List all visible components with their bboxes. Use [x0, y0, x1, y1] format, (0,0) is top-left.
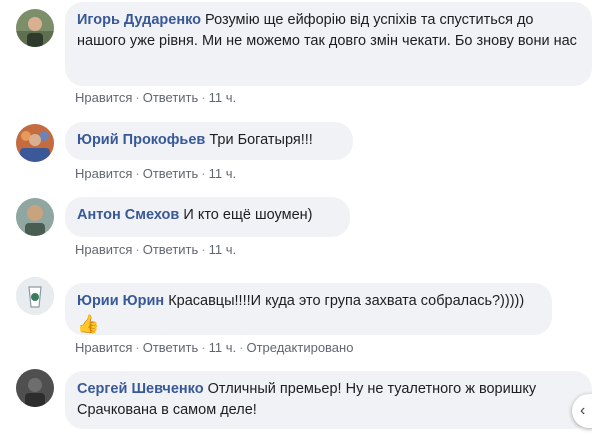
like-link[interactable]: Нравится — [75, 340, 132, 355]
reply-link[interactable]: Ответить — [143, 340, 199, 355]
user-photo-icon — [16, 198, 54, 236]
comment-actions: Нравится · Ответить · 11 ч. — [75, 90, 236, 106]
comment-bubble: Антон Смехов И кто ещё шоумен) — [65, 197, 350, 237]
comment-actions: Нравится · Ответить · 11 ч. — [75, 166, 236, 182]
avatar[interactable] — [16, 369, 54, 407]
avatar[interactable] — [16, 124, 54, 162]
like-link[interactable]: Нравится — [75, 242, 132, 257]
comment-bubble: Юрий Прокофьев Три Богатыря!!! — [65, 122, 353, 160]
reply-link[interactable]: Ответить — [143, 166, 199, 181]
reply-link[interactable]: Ответить — [143, 242, 199, 257]
comment-bubble: Юрии Юрин Красавцы!!!!И куда это група з… — [65, 283, 552, 335]
avatar[interactable] — [16, 277, 54, 315]
edited-label[interactable]: Отредактировано — [246, 340, 353, 355]
separator: · — [239, 340, 244, 355]
avatar[interactable] — [16, 9, 54, 47]
user-photo-icon — [16, 277, 54, 315]
user-photo-icon — [16, 124, 54, 162]
comment-actions: Нравится · Ответить · 11 ч. · Отредактировано — [75, 340, 353, 356]
separator: · — [135, 166, 140, 181]
like-link[interactable]: Нравится — [75, 166, 132, 181]
comment-text: Красавцы!!!!И куда это група захвата соб… — [168, 293, 525, 309]
user-photo-icon — [16, 369, 54, 407]
comment-text: И кто ещё шоумен) — [183, 207, 313, 223]
comment-time[interactable]: 11 ч. — [209, 340, 237, 355]
user-photo-icon — [16, 9, 54, 47]
comment-time[interactable]: 11 ч. — [209, 90, 237, 105]
comment-time[interactable]: 11 ч. — [209, 166, 237, 181]
separator: · — [135, 242, 140, 257]
separator: · — [201, 340, 206, 355]
thumbs-up-icon: 👍 — [77, 314, 100, 334]
separator: · — [201, 90, 206, 105]
separator: · — [201, 242, 206, 257]
comments-panel: Игорь Дударенко Розумію ще ейфорію від у… — [0, 0, 592, 436]
separator: · — [135, 340, 140, 355]
separator: · — [135, 90, 140, 105]
comment-author[interactable]: Игорь Дударенко — [77, 12, 201, 28]
reply-link[interactable]: Ответить — [143, 90, 199, 105]
comment-time[interactable]: 11 ч. — [209, 242, 237, 257]
comment-author[interactable]: Юрий Прокофьев — [77, 132, 205, 148]
comment-bubble: Игорь Дударенко Розумію ще ейфорію від у… — [65, 2, 592, 86]
comment-actions: Нравится · Ответить · 11 ч. — [75, 242, 236, 258]
comment-text: Три Богатыря!!! — [209, 132, 313, 148]
separator: · — [201, 166, 206, 181]
like-link[interactable]: Нравится — [75, 90, 132, 105]
comment-author[interactable]: Юрии Юрин — [77, 293, 164, 309]
comment-author[interactable]: Антон Смехов — [77, 207, 179, 223]
comment-author[interactable]: Сергей Шевченко — [77, 381, 204, 397]
avatar[interactable] — [16, 198, 54, 236]
comment-bubble: Сергей Шевченко Отличный премьер! Ну не … — [65, 371, 592, 429]
